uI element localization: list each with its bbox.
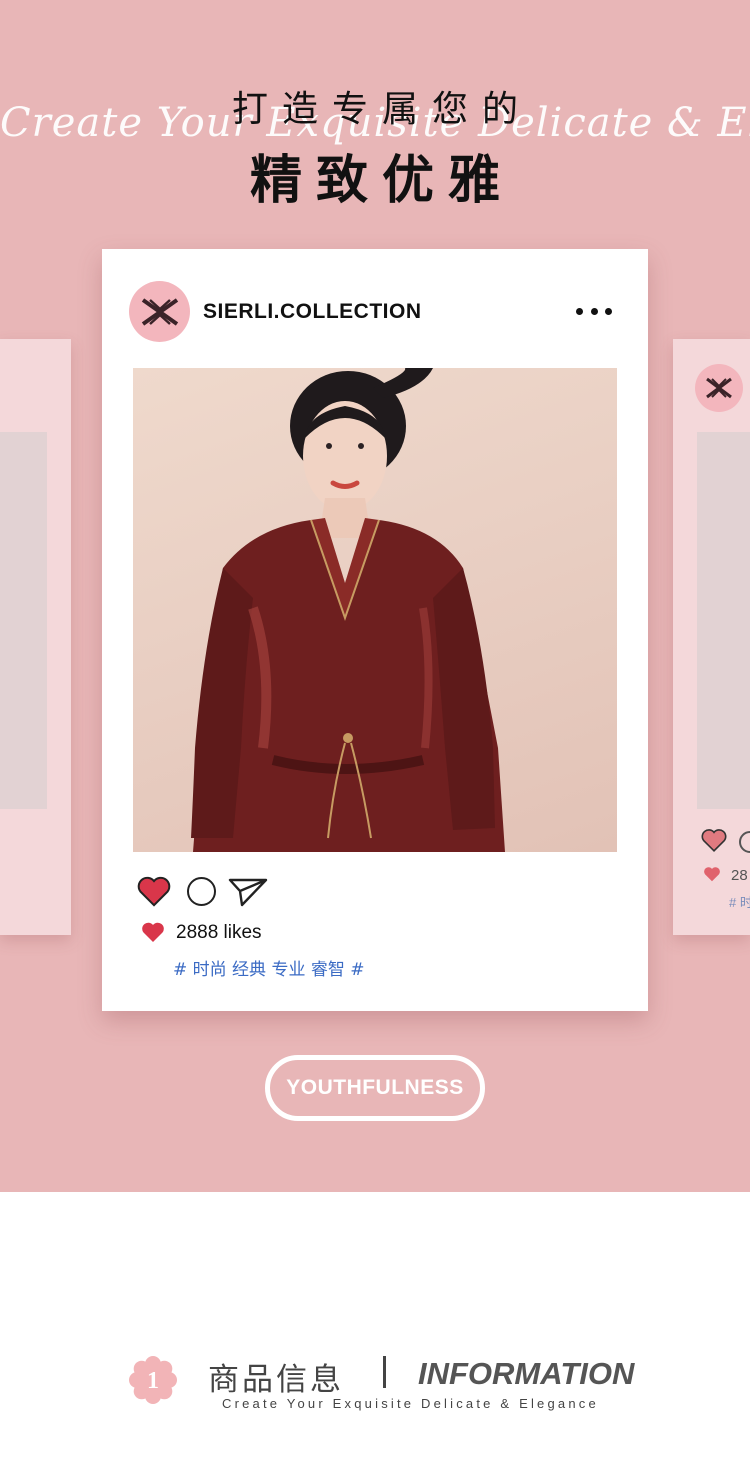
info-divider bbox=[383, 1356, 386, 1388]
badge-number: 1 bbox=[147, 1368, 159, 1394]
sierli-logo-icon[interactable] bbox=[129, 281, 190, 342]
title-line-2: 精致优雅 bbox=[249, 151, 514, 211]
likes-count: 2888 likes bbox=[176, 922, 262, 943]
heart-icon bbox=[701, 829, 727, 852]
hero-section: Create Your Exquisite Delicate & Eleganc… bbox=[0, 0, 750, 1192]
side-card-right[interactable]: 28 # 时 bbox=[673, 339, 750, 935]
more-dots-icon[interactable] bbox=[572, 299, 616, 323]
side-card-left[interactable] bbox=[0, 339, 71, 935]
side-card-image bbox=[0, 432, 47, 809]
info-title-cn: 商品信息 bbox=[208, 1362, 344, 1398]
paper-plane-icon[interactable] bbox=[228, 877, 268, 907]
info-subtitle: Create Your Exquisite Delicate & Eleganc… bbox=[222, 1396, 599, 1411]
heart-icon[interactable] bbox=[137, 875, 171, 907]
title-line-1: 打造专属您的 bbox=[231, 89, 532, 130]
comment-circle-icon bbox=[739, 831, 750, 853]
flower-number-icon: 1 bbox=[129, 1356, 177, 1404]
post-username[interactable]: SIERLI.COLLECTION bbox=[203, 300, 422, 324]
comment-circle-icon[interactable] bbox=[187, 877, 216, 906]
side-card-image bbox=[697, 432, 750, 809]
heart-icon bbox=[704, 867, 720, 882]
side-likes-count: 28 bbox=[731, 867, 748, 884]
sierli-logo-icon bbox=[695, 364, 743, 412]
info-title-en: INFORMATION bbox=[418, 1356, 635, 1391]
post-card: SIERLI.COLLECTION 2888 likes # 时尚 经典 专业 … bbox=[102, 249, 648, 1011]
post-photo[interactable] bbox=[133, 368, 617, 852]
side-tags: # 时 bbox=[729, 895, 750, 910]
post-tags[interactable]: # 时尚 经典 专业 睿智 # bbox=[173, 955, 365, 980]
youthfulness-button[interactable]: YOUTHFULNESS bbox=[265, 1055, 485, 1121]
heart-icon bbox=[142, 922, 164, 942]
